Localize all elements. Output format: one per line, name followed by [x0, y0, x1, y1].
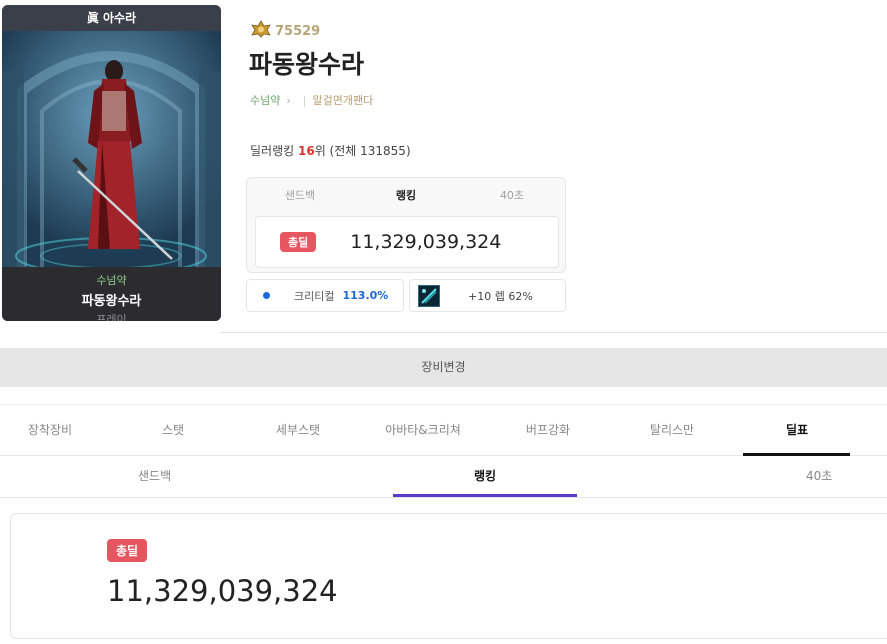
weapon-stat[interactable]: +10 렙 62%: [409, 279, 566, 312]
tab-buff-enhance[interactable]: 버프강화: [488, 405, 608, 457]
subtab-sandbag[interactable]: 샌드백: [138, 456, 171, 498]
total-damage-row: 총딜 11,329,039,324: [255, 216, 559, 268]
rank-label: 딜러랭킹: [250, 144, 295, 158]
sub-tabs: 샌드백 랭킹 40초: [0, 456, 887, 498]
adventure-link[interactable]: 수넘약: [250, 92, 280, 108]
total-damage-value: 11,329,039,324: [350, 231, 502, 253]
equipment-change-button[interactable]: 장비변경: [0, 348, 887, 387]
rank-summary-tabs: 샌드백 랭킹 40초: [247, 178, 565, 212]
fame: 75529: [251, 20, 320, 42]
character-footer: 수넘약 파동왕수라 프레이: [2, 267, 221, 321]
dealer-rank: 딜러랭킹 16위 (전체 131855): [250, 142, 411, 159]
character-info-panel: 75529 파동왕수라 수넘약 › | 말걸면개팬다 딜러랭킹 16위 (전체 …: [221, 5, 887, 333]
rank-tab-40s[interactable]: 40초: [459, 187, 565, 203]
character-title: 파동왕수라: [249, 50, 365, 79]
critical-stat: 크리티컬 113.0%: [246, 279, 404, 312]
character-name: 파동왕수라: [81, 294, 142, 309]
rank-tab-sandbag[interactable]: 샌드백: [247, 187, 353, 203]
breadcrumb: 수넘약 › | 말걸면개팬다: [250, 92, 373, 108]
character-portrait: [2, 31, 221, 267]
rank-tab-ranking[interactable]: 랭킹: [353, 187, 459, 203]
tab-talisman[interactable]: 탈리스만: [612, 405, 732, 457]
adventure-name: 수넘약: [96, 274, 127, 287]
total-damage-value-large: 11,329,039,324: [107, 574, 338, 608]
rank-value: 16: [298, 144, 315, 158]
subtab-ranking[interactable]: 랭킹: [474, 456, 496, 498]
server-name: 프레이: [96, 313, 127, 321]
fame-value: 75529: [275, 23, 321, 39]
character-card[interactable]: 眞 아수라 수넘약 파동왕수라 프레이: [2, 5, 221, 321]
divider: |: [302, 93, 307, 107]
weapon-text: +10 렙 62%: [468, 289, 533, 303]
subtab-40s[interactable]: 40초: [806, 456, 832, 498]
fame-icon: [251, 20, 271, 42]
tab-equipment[interactable]: 장착장비: [0, 405, 110, 457]
total-damage-badge: 총딜: [280, 232, 317, 252]
rank-summary-box: 샌드백 랭킹 40초 총딜 11,329,039,324: [246, 177, 566, 273]
tab-avatar-creature[interactable]: 아바타&크리쳐: [363, 405, 483, 457]
weapon-icon: [418, 284, 440, 307]
sub-tab-indicator: [393, 494, 577, 497]
critical-value: 113.0%: [342, 289, 389, 302]
total-damage-badge-large: 총딜: [107, 539, 148, 562]
critical-dot-icon: [263, 292, 270, 299]
chevron-right-icon: ›: [286, 93, 291, 107]
rank-total: 위 (전체 131855): [314, 144, 411, 158]
critical-label: 크리티컬: [294, 289, 335, 303]
job-title: 眞 아수라: [2, 5, 221, 31]
tab-damage-table[interactable]: 딜표: [737, 405, 857, 457]
damage-summary-card: 총딜 11,329,039,324: [10, 513, 887, 639]
guild-link[interactable]: 말걸면개팬다: [313, 92, 374, 108]
tab-detail-stats[interactable]: 세부스탯: [238, 405, 358, 457]
main-tabs: 장착장비 스탯 세부스탯 아바타&크리쳐 버프강화 탈리스만 딜표: [0, 404, 887, 456]
tab-stats[interactable]: 스탯: [113, 405, 233, 457]
